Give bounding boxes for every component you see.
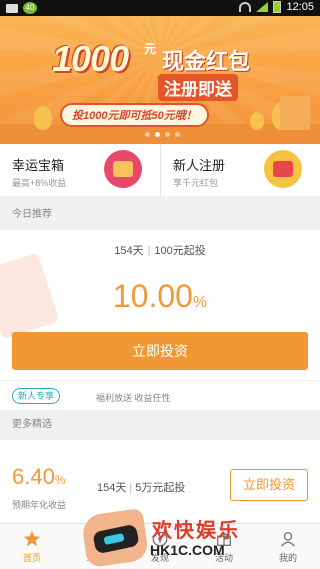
item-min-invest: 5万元起投	[135, 482, 186, 494]
tab-label: 首页	[22, 553, 41, 563]
product-min-invest: 100元起投	[154, 245, 206, 257]
quick-cards: 幸运宝箱 最高+8%收益 新人注册 享千元红包	[0, 144, 320, 196]
watermark-text-cn: 欢快娱乐	[152, 518, 240, 542]
house-icon	[280, 96, 310, 130]
profile-icon	[281, 532, 295, 547]
carousel-dot[interactable]	[145, 132, 150, 137]
home-star-icon	[23, 530, 41, 547]
card-lucky-box[interactable]: 幸运宝箱 最高+8%收益	[0, 144, 160, 196]
item-term: 154天	[97, 482, 127, 494]
carousel-dot-active[interactable]	[155, 132, 160, 137]
notification-badge: 40	[23, 2, 37, 14]
product-rate: 10.00%	[0, 278, 320, 315]
new-user-tag: 新人专享	[12, 388, 61, 404]
tab-profile[interactable]: 我的	[256, 524, 320, 569]
wifi-icon	[239, 2, 252, 12]
item-invest-button[interactable]: 立即投资	[230, 469, 308, 501]
divider	[0, 380, 320, 381]
rate-number: 10.00	[112, 278, 193, 314]
card-title: 新人注册	[173, 158, 226, 173]
banner-cash-text: 现金红包	[162, 49, 251, 74]
item-terms: 154天 | 5万元起投	[97, 482, 186, 494]
card-subtitle: 最高+8%收益	[12, 178, 67, 188]
product-terms: 154天 | 100元起投	[114, 245, 206, 257]
banner-register-text: 注册即送	[158, 74, 238, 101]
treasure-chest-icon	[104, 150, 142, 188]
battery-icon	[273, 1, 282, 13]
clock: 12:05	[286, 1, 314, 13]
banner-amount: 1000	[52, 38, 129, 79]
status-bar: 40 12:05	[0, 0, 320, 16]
item-rate-unit: %	[54, 473, 66, 487]
mail-icon	[6, 3, 18, 13]
banner-unit: 元	[144, 42, 157, 56]
tree-icon	[250, 112, 264, 130]
item-rate: 6.40%	[12, 464, 66, 490]
signal-icon	[256, 2, 269, 12]
tab-label: 我的	[278, 553, 297, 563]
item-rate-number: 6.40	[12, 464, 55, 489]
card-new-user[interactable]: 新人注册 享千元红包	[160, 144, 320, 196]
rate-unit: %	[192, 294, 208, 311]
product-list-item[interactable]: 6.40% 预期年化收益 154天 | 5万元起投 立即投资	[0, 440, 320, 523]
today-section-header: 今日推荐	[0, 200, 320, 230]
carousel-dot[interactable]	[165, 132, 170, 137]
item-rate-label: 预期年化收益	[12, 500, 67, 510]
watermark-text-en: HK1C.COM	[150, 542, 225, 558]
invest-now-button[interactable]: 立即投资	[12, 332, 308, 370]
carousel-dot[interactable]	[175, 132, 180, 137]
red-envelope-icon	[264, 150, 302, 188]
site-watermark: 欢快娱乐 HK1C.COM	[80, 507, 244, 569]
recommended-product[interactable]: 154天 | 100元起投 10.00% 立即投资 新人专享 福利放送 收益任性	[0, 230, 320, 410]
promo-banner[interactable]: 1000 元 现金红包 注册即送 投1000元即可抵50元哦！	[0, 16, 320, 144]
carousel-dots	[145, 132, 180, 137]
product-features: 福利放送 收益任性	[96, 393, 171, 403]
tree-icon	[34, 106, 52, 130]
tab-home[interactable]: 首页	[0, 524, 64, 569]
card-subtitle: 享千元红包	[173, 178, 219, 188]
card-title: 幸运宝箱	[12, 158, 65, 173]
product-term: 154天	[114, 245, 144, 257]
banner-headline: 1000 元 现金红包 注册即送	[52, 36, 268, 101]
more-section-header: 更多精选	[0, 410, 320, 440]
banner-slogan: 投1000元即可抵50元哦！	[60, 103, 209, 127]
